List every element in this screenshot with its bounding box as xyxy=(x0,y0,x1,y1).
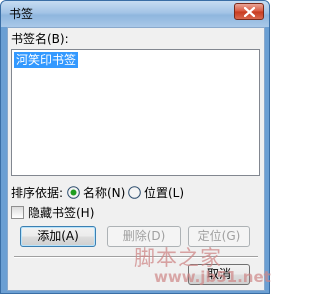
watermark-url: www.jb51.net xyxy=(154,268,271,286)
sort-by-name-label[interactable]: 名称(N) xyxy=(83,186,125,200)
close-button[interactable] xyxy=(234,3,264,20)
bookmark-list-item-selected[interactable]: 河笑印书签 xyxy=(14,52,79,68)
hidden-bookmarks-label[interactable]: 隐藏书签(H) xyxy=(28,206,94,220)
title-bar[interactable]: 书签 xyxy=(1,1,269,27)
sort-by-name-radio[interactable] xyxy=(67,186,80,199)
bookmark-dialog: 书签 书签名(B): 河笑印书签 排序依据: 名称(N) 位置(L) 隐藏书签(… xyxy=(0,0,271,294)
sort-by-position-label[interactable]: 位置(L) xyxy=(144,186,184,200)
add-button[interactable]: 添加(A) xyxy=(20,226,96,247)
bookmark-name-label: 书签名(B): xyxy=(11,32,69,46)
sort-by-position-radio[interactable] xyxy=(128,186,141,199)
sort-by-label: 排序依据: xyxy=(11,186,64,200)
window-title: 书签 xyxy=(9,7,34,21)
bookmark-list[interactable]: 河笑印书签 xyxy=(11,49,260,176)
close-icon xyxy=(244,7,255,17)
hidden-bookmarks-checkbox[interactable] xyxy=(11,206,24,219)
dialog-content: 书签名(B): 河笑印书签 排序依据: 名称(N) 位置(L) 隐藏书签(H) … xyxy=(7,27,271,291)
